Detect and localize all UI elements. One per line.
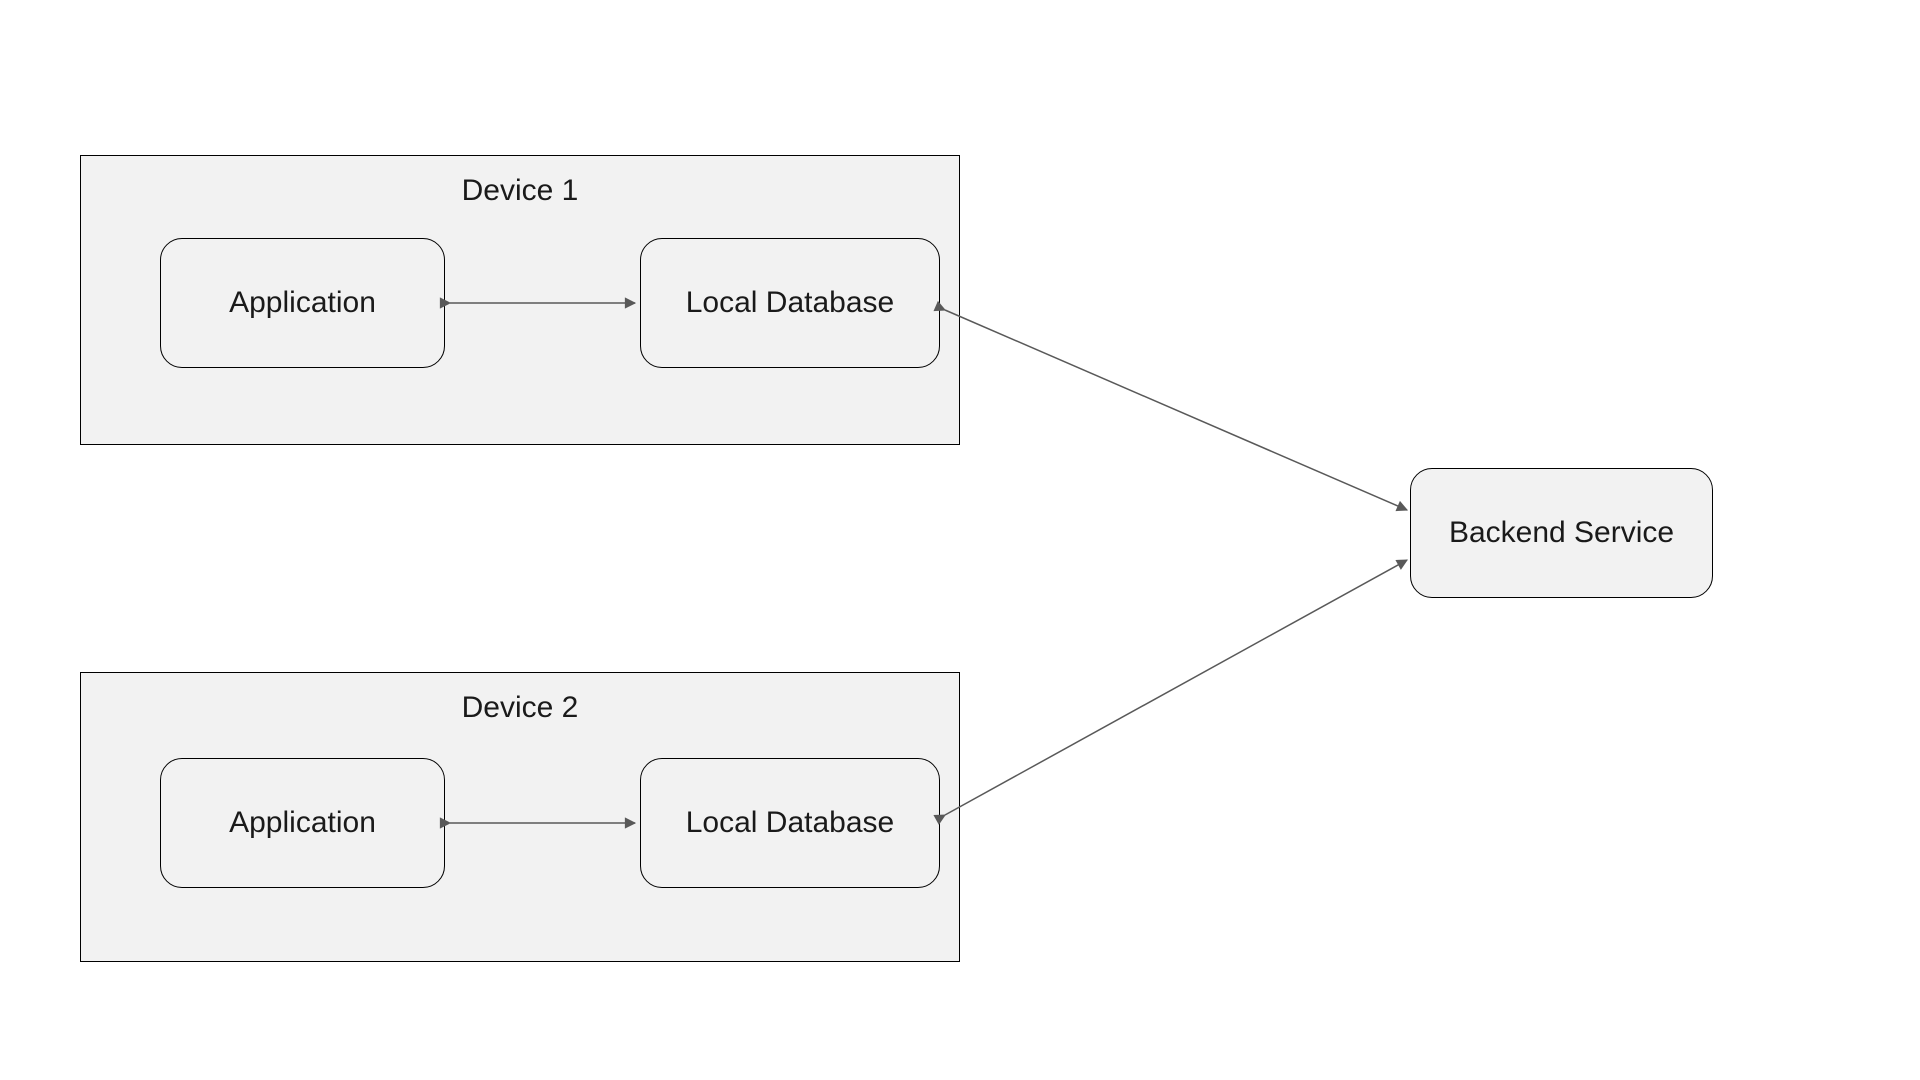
connector-db2-backend xyxy=(945,560,1407,815)
device-2-local-database: Local Database xyxy=(640,758,940,888)
architecture-diagram: Device 1 Application Local Database Devi… xyxy=(0,0,1920,1080)
connector-db1-backend xyxy=(945,310,1407,510)
device-1-title: Device 1 xyxy=(81,174,959,208)
device-1-application: Application xyxy=(160,238,445,368)
device-2-application: Application xyxy=(160,758,445,888)
device-1-local-database: Local Database xyxy=(640,238,940,368)
device-2-title: Device 2 xyxy=(81,691,959,725)
backend-service: Backend Service xyxy=(1410,468,1713,598)
